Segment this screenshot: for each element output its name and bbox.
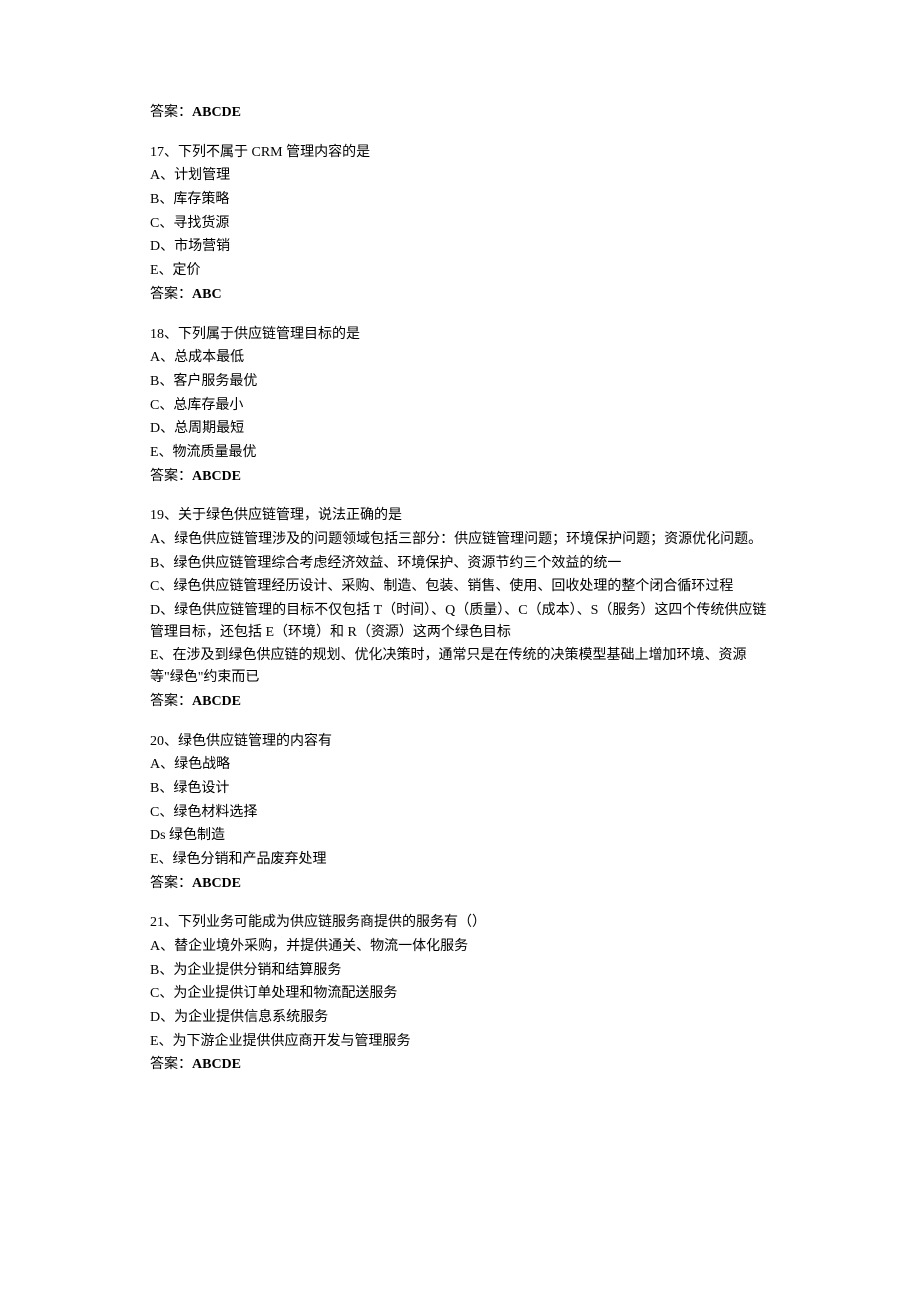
- answer-label: 答案：: [150, 105, 192, 120]
- option-line: D、绿色供应链管理的目标不仅包括 T（时间）、Q（质量）、C（成本）、S（服务）…: [150, 600, 770, 643]
- option-line: D、市场营销: [150, 236, 770, 258]
- option-line: D、为企业提供信息系统服务: [150, 1007, 770, 1029]
- question-number: 21、: [150, 915, 178, 930]
- option-line: Ds 绿色制造: [150, 825, 770, 847]
- option-line: E、定价: [150, 260, 770, 282]
- answer-value: ABCDE: [192, 694, 241, 709]
- question-stem: 20、绿色供应链管理的内容有: [150, 731, 770, 753]
- question-number: 19、: [150, 508, 178, 523]
- option-line: D、总周期最短: [150, 418, 770, 440]
- answer-label: 答案：: [150, 876, 192, 891]
- question-stem: 18、下列属于供应链管理目标的是: [150, 324, 770, 346]
- option-line: B、绿色供应链管理综合考虑经济效益、环境保护、资源节约三个效益的统一: [150, 553, 770, 575]
- document-body: 答案：ABCDE17、下列不属于 CRM 管理内容的是A、计划管理B、库存策略C…: [150, 102, 770, 1076]
- answer-label: 答案：: [150, 1057, 192, 1072]
- answer-line: 答案：ABCDE: [150, 691, 770, 713]
- option-line: B、为企业提供分销和结算服务: [150, 960, 770, 982]
- answer-value: ABCDE: [192, 1057, 241, 1072]
- answer-value: ABCDE: [192, 469, 241, 484]
- question-text: 下列不属于 CRM 管理内容的是: [178, 145, 370, 160]
- answer-line: 答案：ABCDE: [150, 102, 770, 124]
- answer-line: 答案：ABC: [150, 284, 770, 306]
- question-number: 17、: [150, 145, 178, 160]
- answer-value: ABC: [192, 287, 222, 302]
- answer-label: 答案：: [150, 287, 192, 302]
- option-line: A、替企业境外采购，并提供通关、物流一体化服务: [150, 936, 770, 958]
- option-line: E、绿色分销和产品废弃处理: [150, 849, 770, 871]
- option-line: E、为下游企业提供供应商开发与管理服务: [150, 1031, 770, 1053]
- option-line: C、为企业提供订单处理和物流配送服务: [150, 983, 770, 1005]
- answer-line: 答案：ABCDE: [150, 873, 770, 895]
- question-number: 20、: [150, 734, 178, 749]
- option-line: C、绿色材料选择: [150, 802, 770, 824]
- question-text: 下列属于供应链管理目标的是: [178, 327, 360, 342]
- option-line: B、库存策略: [150, 189, 770, 211]
- answer-label: 答案：: [150, 469, 192, 484]
- answer-line: 答案：ABCDE: [150, 1054, 770, 1076]
- option-line: A、绿色战略: [150, 754, 770, 776]
- question-stem: 19、关于绿色供应链管理，说法正确的是: [150, 505, 770, 527]
- question-text: 关于绿色供应链管理，说法正确的是: [178, 508, 402, 523]
- question-text: 下列业务可能成为供应链服务商提供的服务有（）: [178, 915, 486, 930]
- option-line: A、计划管理: [150, 165, 770, 187]
- option-line: B、客户服务最优: [150, 371, 770, 393]
- option-line: B、绿色设计: [150, 778, 770, 800]
- question-stem: 17、下列不属于 CRM 管理内容的是: [150, 142, 770, 164]
- question-stem: 21、下列业务可能成为供应链服务商提供的服务有（）: [150, 912, 770, 934]
- answer-label: 答案：: [150, 694, 192, 709]
- option-line: A、总成本最低: [150, 347, 770, 369]
- option-line: C、寻找货源: [150, 213, 770, 235]
- question-number: 18、: [150, 327, 178, 342]
- answer-value: ABCDE: [192, 105, 241, 120]
- option-line: A、绿色供应链管理涉及的问题领域包括三部分：供应链管理问题；环境保护问题；资源优…: [150, 529, 770, 551]
- option-line: C、总库存最小: [150, 395, 770, 417]
- question-text: 绿色供应链管理的内容有: [178, 734, 332, 749]
- answer-line: 答案：ABCDE: [150, 466, 770, 488]
- option-line: E、物流质量最优: [150, 442, 770, 464]
- option-line: C、绿色供应链管理经历设计、采购、制造、包装、销售、使用、回收处理的整个闭合循环…: [150, 576, 770, 598]
- answer-value: ABCDE: [192, 876, 241, 891]
- option-line: E、在涉及到绿色供应链的规划、优化决策时，通常只是在传统的决策模型基础上增加环境…: [150, 645, 770, 688]
